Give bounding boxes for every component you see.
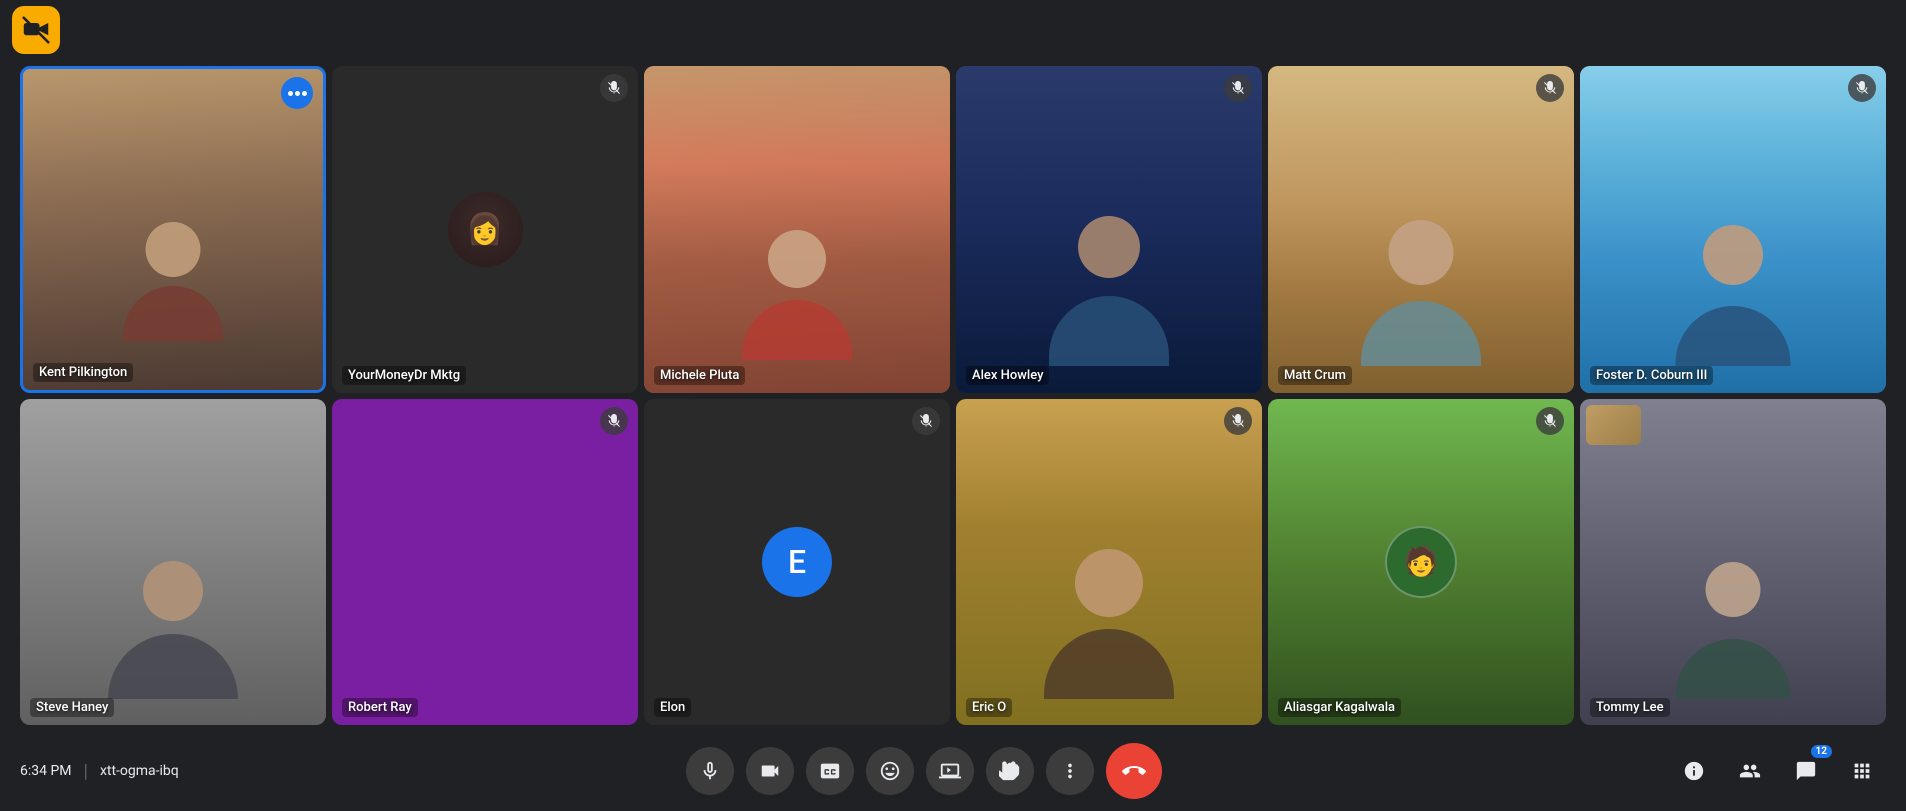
robert-mute-icon: [600, 407, 628, 435]
captions-button[interactable]: [806, 747, 854, 795]
elon-mute-icon: [912, 407, 940, 435]
meeting-info: 6:34 PM | xtt-ogma-ibq: [20, 761, 179, 782]
video-tile-matt[interactable]: Matt Crum: [1268, 66, 1574, 393]
meeting-divider: |: [84, 761, 88, 782]
kent-name-label: Kent Pilkington: [33, 363, 133, 382]
aliasgar-mute-icon: [1536, 407, 1564, 435]
eric-name-label: Eric O: [966, 698, 1012, 717]
video-tile-tommy[interactable]: Tommy Lee: [1580, 399, 1886, 726]
video-tile-robert[interactable]: Robert Ray: [332, 399, 638, 726]
steve-name-label: Steve Haney: [30, 698, 114, 717]
video-grid: Kent Pilkington 👩 YourMoneyDr Mktg Miche…: [0, 60, 1906, 731]
michele-name-label: Michele Pluta: [654, 366, 745, 385]
info-button[interactable]: [1670, 747, 1718, 795]
elon-name-label: Elon: [654, 698, 691, 717]
elon-avatar: E: [762, 527, 832, 597]
chat-button-wrapper: 12: [1782, 747, 1830, 795]
raise-hand-button[interactable]: [986, 747, 1034, 795]
bottom-bar: 6:34 PM | xtt-ogma-ibq: [0, 731, 1906, 811]
emoji-button[interactable]: [866, 747, 914, 795]
more-options-button[interactable]: [1046, 747, 1094, 795]
meeting-time: 6:34 PM: [20, 763, 72, 779]
robert-name-label: Robert Ray: [342, 698, 418, 717]
aliasgar-name-label: Aliasgar Kagalwala: [1278, 698, 1401, 717]
eric-mute-icon: [1224, 407, 1252, 435]
app-icon: [12, 6, 60, 54]
chat-badge: 12: [1811, 745, 1832, 758]
people-button[interactable]: [1726, 747, 1774, 795]
tommy-name-label: Tommy Lee: [1590, 698, 1670, 717]
end-call-button[interactable]: [1106, 743, 1162, 799]
kent-options[interactable]: [281, 77, 313, 109]
foster-mute-icon: [1848, 74, 1876, 102]
yourmoney-name-label: YourMoneyDr Mktg: [342, 366, 466, 385]
right-controls: 12: [1670, 747, 1886, 795]
mic-button[interactable]: [686, 747, 734, 795]
alex-mute-icon: [1224, 74, 1252, 102]
video-tile-elon[interactable]: E Elon: [644, 399, 950, 726]
foster-name-label: Foster D. Coburn III: [1590, 366, 1713, 385]
meeting-code: xtt-ogma-ibq: [100, 763, 179, 779]
video-tile-kent[interactable]: Kent Pilkington: [20, 66, 326, 393]
video-tile-eric[interactable]: Eric O: [956, 399, 1262, 726]
alex-name-label: Alex Howley: [966, 366, 1049, 385]
video-tile-aliasgar[interactable]: 🧑 Aliasgar Kagalwala: [1268, 399, 1574, 726]
video-tile-steve[interactable]: Steve Haney: [20, 399, 326, 726]
video-tile-michele[interactable]: Michele Pluta: [644, 66, 950, 393]
present-button[interactable]: [926, 747, 974, 795]
controls: [179, 743, 1670, 799]
matt-name-label: Matt Crum: [1278, 366, 1352, 385]
video-tile-yourmoney[interactable]: 👩 YourMoneyDr Mktg: [332, 66, 638, 393]
activities-button[interactable]: [1838, 747, 1886, 795]
camera-button[interactable]: [746, 747, 794, 795]
yourmoney-mute-icon: [600, 74, 628, 102]
matt-mute-icon: [1536, 74, 1564, 102]
top-bar: [0, 0, 1906, 60]
video-tile-alex[interactable]: Alex Howley: [956, 66, 1262, 393]
video-tile-foster[interactable]: Foster D. Coburn III: [1580, 66, 1886, 393]
